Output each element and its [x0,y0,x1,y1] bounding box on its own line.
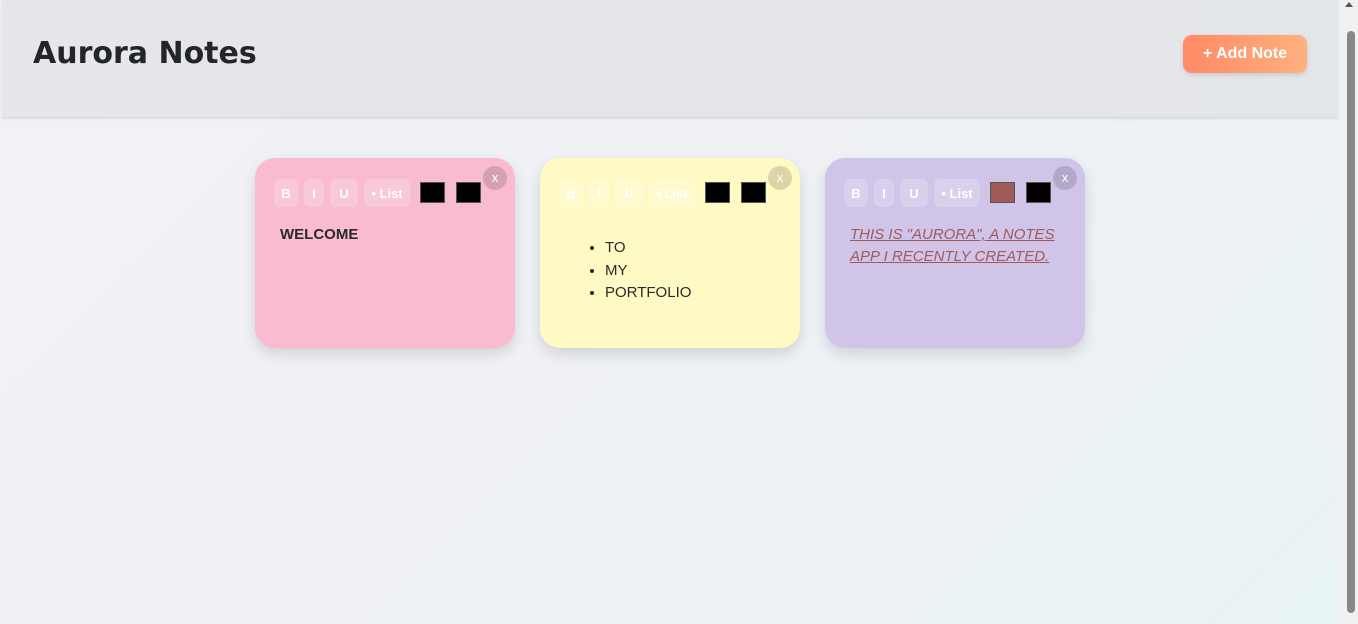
note-list: TO MY PORTFOLIO [565,237,775,305]
list-item: MY [605,260,775,283]
note-content[interactable]: WELCOME [280,224,490,246]
bold-button[interactable]: B [559,179,583,207]
bold-button[interactable]: B [844,179,868,207]
note-content[interactable]: THIS IS "AURORA", A NOTES APP I RECENTLY… [850,224,1060,268]
note-color-picker[interactable] [1026,182,1051,203]
underline-button[interactable]: U [900,179,928,207]
close-note-button[interactable]: x [768,166,792,190]
app-title: Aurora Notes [33,36,257,71]
note-color-picker[interactable] [741,182,766,203]
close-note-button[interactable]: x [483,166,507,190]
bold-button[interactable]: B [274,179,298,207]
add-note-button[interactable]: + Add Note [1183,35,1307,73]
note-color-picker[interactable] [456,182,481,203]
note-content[interactable]: TO MY PORTFOLIO [565,237,775,305]
list-button[interactable]: • List [649,179,695,207]
scroll-thumb[interactable] [1347,31,1355,613]
close-note-button[interactable]: x [1053,166,1077,190]
list-button[interactable]: • List [364,179,410,207]
text-color-picker[interactable] [705,182,730,203]
note-card: B I U • List x WELCOME [255,158,515,348]
scroll-up-arrow-icon[interactable] [1345,2,1353,7]
note-card: B I U • List x THIS IS "AURORA", A NOTES… [825,158,1085,348]
underline-button[interactable]: U [330,179,358,207]
note-card: B I U • List x TO MY PORTFOLIO [540,158,800,348]
italic-button[interactable]: I [304,179,324,207]
list-button[interactable]: • List [934,179,980,207]
underline-button[interactable]: U [615,179,643,207]
list-item: PORTFOLIO [605,282,775,305]
italic-button[interactable]: I [589,179,609,207]
list-item: TO [605,237,775,260]
italic-button[interactable]: I [874,179,894,207]
text-color-picker[interactable] [420,182,445,203]
text-color-picker[interactable] [990,182,1015,203]
app-header: Aurora Notes + Add Note [2,0,1338,118]
vertical-scrollbar[interactable] [1341,0,1358,624]
